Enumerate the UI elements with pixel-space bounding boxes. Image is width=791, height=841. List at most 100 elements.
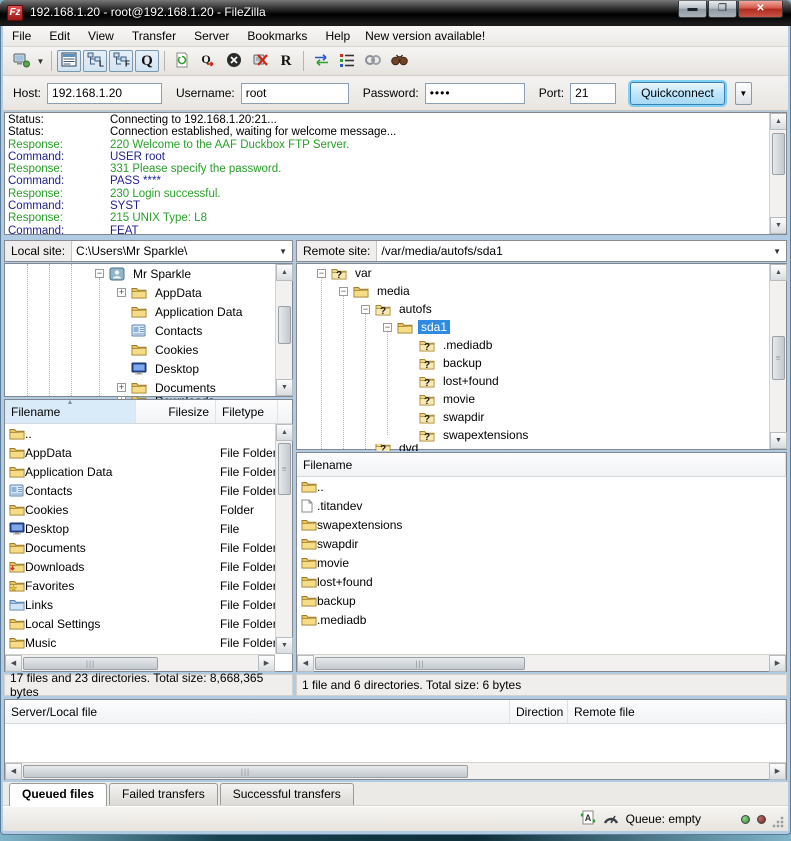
file-row-desktop[interactable]: DesktopFile: [5, 519, 275, 538]
chevron-down-icon[interactable]: ▼: [279, 247, 287, 256]
scroll-left-arrow[interactable]: ◀: [5, 763, 22, 780]
queue-column-remote-file[interactable]: Remote file: [568, 700, 786, 723]
scroll-up-arrow[interactable]: ▲: [276, 264, 293, 281]
menu-item-help[interactable]: Help: [316, 27, 359, 45]
tree-item-backup[interactable]: ?backup: [297, 354, 786, 372]
maximize-button[interactable]: ❐: [708, 1, 737, 18]
title-bar[interactable]: Fz 192.168.1.20 - root@192.168.1.20 - Fi…: [0, 0, 791, 26]
scroll-left-arrow[interactable]: ◀: [5, 655, 22, 672]
tree-item-dvd[interactable]: ?dvd: [297, 444, 786, 451]
remote-list-horizontal-scrollbar[interactable]: ◀ ||| ▶: [297, 654, 786, 671]
scroll-thumb[interactable]: [772, 133, 785, 175]
tree-item-contacts[interactable]: Contacts: [5, 321, 292, 340]
log-vertical-scrollbar[interactable]: ▲ ▼: [769, 113, 786, 234]
disconnect-button[interactable]: [248, 50, 272, 72]
cancel-operation-button[interactable]: [222, 50, 246, 72]
menu-item-bookmarks[interactable]: Bookmarks: [238, 27, 316, 45]
local-site-combobox[interactable]: C:\Users\Mr Sparkle\ ▼: [72, 241, 292, 261]
column-header-filename[interactable]: Filename▲: [5, 400, 136, 423]
file-row-music[interactable]: MusicFile Folder: [5, 633, 275, 652]
collapse-minus-icon[interactable]: −: [339, 287, 348, 296]
site-manager-dropdown[interactable]: ▼: [34, 50, 47, 72]
file-row--titandev[interactable]: .titandev: [297, 496, 786, 515]
column-header-filename[interactable]: Filename: [297, 453, 786, 476]
tree-item-movie[interactable]: ?movie: [297, 390, 786, 408]
tree-item-application-data[interactable]: Application Data: [5, 302, 292, 321]
scroll-right-arrow[interactable]: ▶: [769, 763, 786, 780]
menu-item-transfer[interactable]: Transfer: [123, 27, 185, 45]
password-input[interactable]: [425, 83, 525, 104]
file-row-documents[interactable]: DocumentsFile Folder: [5, 538, 275, 557]
local-list-vertical-scrollbar[interactable]: ▲ ≡ ▼: [275, 424, 292, 654]
file-row-links[interactable]: LinksFile Folder: [5, 595, 275, 614]
queue-horizontal-scrollbar[interactable]: ◀ ||| ▶: [5, 762, 786, 779]
tree-item-var[interactable]: −?var: [297, 264, 786, 282]
tree-item--mediadb[interactable]: ?.mediadb: [297, 336, 786, 354]
tree-item-media[interactable]: −media: [297, 282, 786, 300]
compare-directories-button[interactable]: [309, 50, 333, 72]
collapse-minus-icon[interactable]: −: [95, 269, 104, 278]
toggle-local-tree-button[interactable]: L: [83, 50, 107, 72]
scroll-down-arrow[interactable]: ▼: [276, 637, 293, 654]
scroll-left-arrow[interactable]: ◀: [297, 655, 314, 672]
file-row-application-data[interactable]: Application DataFile Folder: [5, 462, 275, 481]
scroll-thumb[interactable]: |||: [315, 657, 525, 670]
synchronized-browsing-button[interactable]: [361, 50, 385, 72]
tree-item-cookies[interactable]: Cookies: [5, 340, 292, 359]
file-row-appdata[interactable]: AppDataFile Folder: [5, 443, 275, 462]
resize-grip[interactable]: [772, 816, 784, 828]
quickconnect-button[interactable]: Quickconnect: [630, 82, 725, 105]
remote-site-combobox[interactable]: /var/media/autofs/sda1 ▼: [377, 241, 786, 261]
scroll-thumb[interactable]: ≡: [772, 336, 785, 380]
file-row--mediadb[interactable]: .mediadb: [297, 610, 786, 629]
menu-item-view[interactable]: View: [79, 27, 123, 45]
close-button[interactable]: ✕: [738, 1, 783, 18]
scroll-down-arrow[interactable]: ▼: [770, 217, 787, 234]
chevron-down-icon[interactable]: ▼: [773, 247, 781, 256]
scroll-thumb[interactable]: ≡: [278, 443, 291, 495]
expand-plus-icon[interactable]: +: [117, 288, 126, 297]
menu-item-file[interactable]: File: [3, 27, 40, 45]
file-row-backup[interactable]: backup: [297, 591, 786, 610]
scroll-down-arrow[interactable]: ▼: [770, 432, 787, 449]
new-version-notice[interactable]: New version available!: [359, 27, 491, 45]
host-input[interactable]: [47, 83, 162, 104]
scroll-up-arrow[interactable]: ▲: [770, 264, 787, 281]
file-row-cookies[interactable]: CookiesFolder: [5, 500, 275, 519]
tree-item-sda1[interactable]: −sda1: [297, 318, 786, 336]
directory-filters-button[interactable]: [335, 50, 359, 72]
file-row-swapextensions[interactable]: swapextensions: [297, 515, 786, 534]
tree-item-desktop[interactable]: Desktop: [5, 359, 292, 378]
remote-tree-vertical-scrollbar[interactable]: ▲ ≡ ▼: [769, 264, 786, 449]
username-input[interactable]: [241, 83, 349, 104]
file-row--[interactable]: ..: [5, 424, 275, 443]
toggle-message-log-button[interactable]: [57, 50, 81, 72]
file-row-local-settings[interactable]: Local SettingsFile Folder: [5, 614, 275, 633]
process-queue-button[interactable]: Q: [196, 50, 220, 72]
scroll-right-arrow[interactable]: ▶: [258, 655, 275, 672]
tree-item-documents[interactable]: +Documents: [5, 378, 292, 397]
collapse-minus-icon[interactable]: −: [361, 305, 370, 314]
local-list-horizontal-scrollbar[interactable]: ◀ ||| ▶: [5, 654, 275, 671]
refresh-button[interactable]: [170, 50, 194, 72]
site-manager-button[interactable]: [9, 50, 33, 72]
tree-item-autofs[interactable]: −?autofs: [297, 300, 786, 318]
quickconnect-dropdown[interactable]: ▼: [735, 82, 752, 105]
column-header-filesize[interactable]: Filesize: [136, 400, 216, 423]
scroll-thumb[interactable]: |||: [23, 657, 158, 670]
tab-failed-transfers[interactable]: Failed transfers: [109, 783, 218, 805]
file-row-lost-found[interactable]: lost+found: [297, 572, 786, 591]
find-files-button[interactable]: [387, 50, 411, 72]
queue-column-direction[interactable]: Direction: [510, 700, 568, 723]
scroll-right-arrow[interactable]: ▶: [769, 655, 786, 672]
file-row-contacts[interactable]: ContactsFile Folder: [5, 481, 275, 500]
scroll-thumb[interactable]: |||: [23, 765, 468, 778]
file-row--[interactable]: ..: [297, 477, 786, 496]
toggle-remote-tree-button[interactable]: F: [109, 50, 133, 72]
scroll-down-arrow[interactable]: ▼: [276, 379, 293, 396]
scroll-up-arrow[interactable]: ▲: [770, 113, 787, 130]
tree-item-swapextensions[interactable]: ?swapextensions: [297, 426, 786, 444]
file-row-movie[interactable]: movie: [297, 553, 786, 572]
tree-item-swapdir[interactable]: ?swapdir: [297, 408, 786, 426]
tree-item-appdata[interactable]: +AppData: [5, 283, 292, 302]
